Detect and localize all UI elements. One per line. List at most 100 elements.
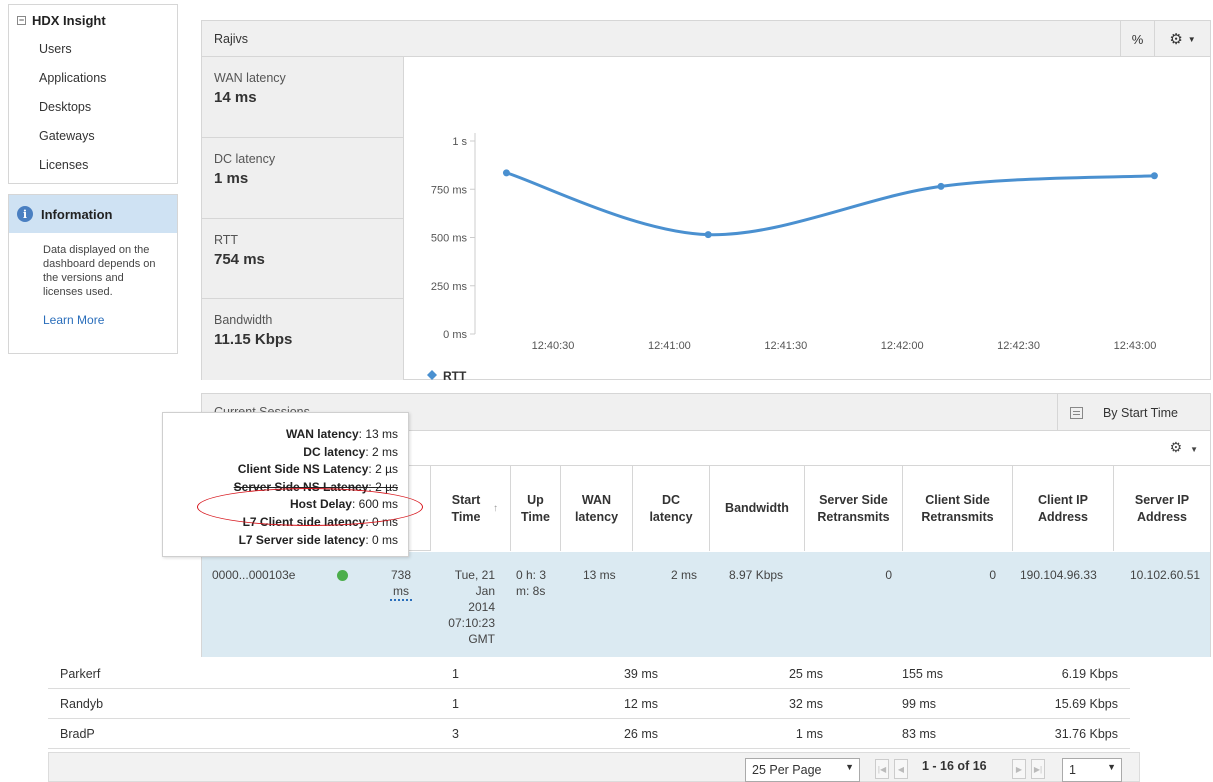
data-point bbox=[937, 182, 945, 190]
col-client-ip[interactable]: Client IP Address bbox=[1012, 466, 1113, 551]
y-tick-label: 500 ms bbox=[431, 233, 468, 245]
col-server-ip[interactable]: Server IP Address bbox=[1113, 466, 1210, 551]
sort-by-start-time-button[interactable]: By Start Time bbox=[1056, 394, 1210, 431]
server-ip-cell: 10.102.60.51 bbox=[1130, 568, 1201, 582]
col-wan-latency[interactable]: WAN latency bbox=[560, 466, 632, 551]
page-number-select[interactable]: 1 ▼ bbox=[1062, 758, 1122, 782]
user-name-link[interactable]: Parkerf bbox=[60, 667, 100, 681]
up-time-line: 0 h: 3 bbox=[516, 568, 547, 582]
metric-value: 1 ms bbox=[214, 169, 249, 187]
sidebar-item-desktops[interactable]: Desktops bbox=[9, 93, 177, 122]
user-name-link[interactable]: BradP bbox=[60, 727, 95, 741]
information-title: Information bbox=[41, 206, 113, 222]
sidebar-item-users[interactable]: Users bbox=[9, 35, 177, 64]
client-ip-cell: 190.104.96.33 bbox=[1020, 568, 1097, 582]
per-page-select[interactable]: 25 Per Page ▼ bbox=[745, 758, 860, 782]
prev-page-icon: ◀ bbox=[897, 764, 905, 774]
start-time-line: Tue, 21 bbox=[454, 568, 495, 582]
bandwidth-cell: 8.97 Kbps bbox=[729, 568, 784, 582]
wan-latency-value: 12 ms bbox=[623, 697, 658, 711]
percent-button[interactable]: % bbox=[1120, 21, 1154, 57]
dc-latency-cell: 2 ms bbox=[670, 568, 697, 582]
user-detail-panel: Rajivs % ⚙ ▼ WAN latency 14 ms DC latenc… bbox=[201, 20, 1211, 380]
rtt-value: 99 ms bbox=[902, 697, 937, 711]
wan-latency-cell: 13 ms bbox=[583, 568, 616, 582]
tooltip-line: DC latency: 2 ms bbox=[303, 444, 398, 459]
col-up-time[interactable]: Up Time bbox=[510, 466, 560, 551]
settings-button[interactable]: ⚙ ▼ bbox=[1154, 21, 1210, 57]
user-name-link[interactable]: Randyb bbox=[60, 697, 103, 711]
bandwidth-value: 6.19 Kbps bbox=[1061, 667, 1118, 681]
metric-wan-latency: WAN latency 14 ms bbox=[202, 57, 403, 138]
information-text: Data displayed on the dashboard depends … bbox=[43, 244, 156, 298]
column-header-label: Up Time bbox=[521, 492, 550, 524]
column-header-label: Client IP Address bbox=[1037, 492, 1089, 524]
metric-bandwidth: Bandwidth 11.15 Kbps bbox=[202, 299, 403, 380]
pagination-bar: 25 Per Page ▼ |◀ ◀ 1 - 16 of 16 ▶ ▶| 1 ▼ bbox=[48, 752, 1140, 782]
column-header-label: WAN latency bbox=[574, 492, 619, 524]
x-tick-label: 12:41:00 bbox=[648, 340, 691, 352]
wan-latency-value: 26 ms bbox=[623, 727, 658, 741]
per-page-value: 25 Per Page bbox=[752, 763, 822, 777]
table-row[interactable]: Parkerf 1 39 ms 25 ms 155 ms 6.19 Kbps bbox=[48, 660, 1130, 689]
sidebar-nav: − HDX Insight Users Applications Desktop… bbox=[8, 4, 178, 184]
start-time-line: 2014 bbox=[468, 600, 495, 614]
y-tick-label: 1 s bbox=[452, 136, 467, 148]
legend-label: RTT bbox=[443, 369, 467, 380]
column-header-label: Server IP Address bbox=[1134, 492, 1190, 524]
column-header-label: Client Side Retransmits bbox=[921, 492, 994, 524]
col-bandwidth[interactable]: Bandwidth bbox=[709, 466, 804, 551]
column-header-label: Server Side Retransmits bbox=[817, 492, 890, 524]
sidebar-item-gateways[interactable]: Gateways bbox=[9, 122, 177, 151]
dc-latency-value: 32 ms bbox=[788, 697, 823, 711]
sidebar-item-licenses[interactable]: Licenses bbox=[9, 151, 177, 180]
metric-value: 11.15 Kbps bbox=[214, 331, 293, 349]
gear-icon: ⚙ bbox=[1169, 439, 1183, 455]
metric-value: 754 ms bbox=[214, 250, 265, 268]
first-page-button[interactable]: |◀ bbox=[875, 759, 889, 779]
start-time-line: GMT bbox=[468, 632, 495, 646]
last-page-icon: ▶| bbox=[1033, 764, 1043, 774]
prev-page-button[interactable]: ◀ bbox=[894, 759, 908, 779]
sidebar-title: HDX Insight bbox=[32, 12, 106, 28]
next-page-icon: ▶ bbox=[1015, 764, 1023, 774]
table-settings-button[interactable]: ⚙ ▼ bbox=[1170, 439, 1198, 456]
metric-dc-latency: DC latency 1 ms bbox=[202, 138, 403, 219]
start-time-line: Jan bbox=[475, 584, 495, 598]
col-dc-latency[interactable]: DC latency bbox=[632, 466, 709, 551]
dropdown-arrow-icon: ▼ bbox=[845, 762, 854, 772]
dc-latency-value: 25 ms bbox=[788, 667, 823, 681]
x-tick-label: 12:41:30 bbox=[764, 340, 807, 352]
page-number-value: 1 bbox=[1069, 763, 1076, 777]
rtt-value-link[interactable]: 738 ms bbox=[390, 567, 412, 601]
metric-label: WAN latency bbox=[214, 71, 286, 85]
col-start-time[interactable]: Start Time ↑ bbox=[430, 466, 510, 551]
rtt-value: 155 ms bbox=[902, 667, 943, 681]
data-point bbox=[502, 169, 510, 177]
next-page-button[interactable]: ▶ bbox=[1012, 759, 1026, 779]
sidebar-item-applications[interactable]: Applications bbox=[9, 64, 177, 93]
highlight-ellipse bbox=[197, 488, 423, 526]
learn-more-link[interactable]: Learn More bbox=[43, 313, 104, 327]
y-tick-label: 250 ms bbox=[431, 281, 468, 293]
sidebar-section-header[interactable]: − HDX Insight bbox=[9, 5, 177, 35]
table-row[interactable]: Randyb 1 12 ms 32 ms 99 ms 15.69 Kbps bbox=[48, 690, 1130, 719]
x-tick-label: 12:42:30 bbox=[997, 340, 1040, 352]
collapse-icon[interactable]: − bbox=[17, 15, 26, 25]
data-point bbox=[704, 231, 712, 239]
client-retransmits-cell: 0 bbox=[989, 568, 996, 582]
information-header: i Information bbox=[9, 195, 177, 233]
bandwidth-value: 31.76 Kbps bbox=[1054, 727, 1118, 741]
session-id-link[interactable]: 0000...000103e bbox=[212, 567, 295, 583]
metrics-sidebar: WAN latency 14 ms DC latency 1 ms RTT 75… bbox=[202, 57, 404, 380]
metric-label: Bandwidth bbox=[214, 313, 273, 328]
wan-latency-value: 39 ms bbox=[623, 667, 658, 681]
session-count: 3 bbox=[452, 727, 459, 741]
col-client-retransmits[interactable]: Client Side Retransmits bbox=[902, 466, 1012, 551]
rtt-line-chart: 0 ms 250 ms 500 ms 750 ms 1 s 12:40:30 12:41:0… bbox=[427, 133, 1158, 380]
column-header-label: DC latency bbox=[649, 492, 693, 524]
col-server-retransmits[interactable]: Server Side Retransmits bbox=[804, 466, 902, 551]
last-page-button[interactable]: ▶| bbox=[1031, 759, 1045, 779]
metric-label: DC latency bbox=[214, 151, 276, 166]
table-row[interactable]: BradP 3 26 ms 1 ms 83 ms 31.76 Kbps bbox=[48, 720, 1130, 749]
